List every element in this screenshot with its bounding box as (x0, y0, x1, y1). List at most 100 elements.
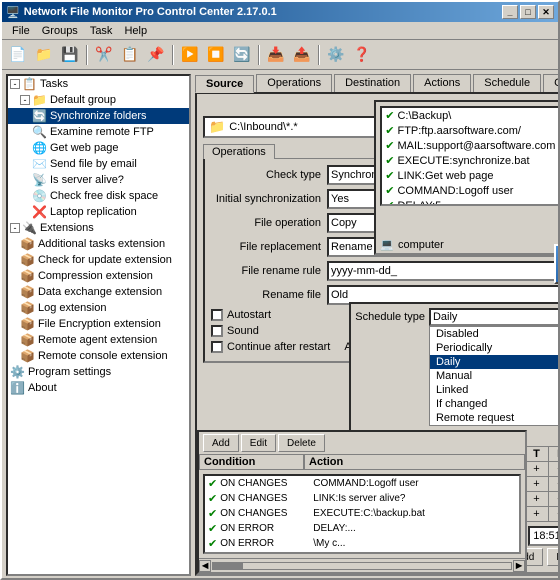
cond-scrollbar[interactable]: ◄ ► (199, 558, 525, 572)
sched-opt-manual[interactable]: Manual (430, 369, 560, 383)
action-item-6[interactable]: ✔ DELAY:5 (382, 198, 558, 206)
sched-opt-periodically[interactable]: Periodically (430, 341, 560, 355)
check-update-icon: 📦 (20, 253, 35, 267)
menu-task[interactable]: Task (84, 24, 119, 38)
cond-check-4: ✔ (208, 537, 217, 550)
tab-schedule[interactable]: Schedule (473, 74, 541, 92)
toolbar-new[interactable]: 📄 (6, 43, 30, 67)
menu-help[interactable]: Help (118, 24, 153, 38)
close-button[interactable]: ✕ (538, 5, 554, 19)
t0-th[interactable]: + (524, 462, 548, 477)
action-item-2[interactable]: ✔ MAIL:support@aarsoftware.com (382, 138, 558, 153)
tree-item-tasks[interactable]: - 📋 Tasks (8, 76, 189, 92)
toolbar-help[interactable]: ❓ (350, 43, 374, 67)
ops-tab-btn[interactable]: Operations (203, 144, 275, 159)
menu-groups[interactable]: Groups (36, 24, 84, 38)
file-op-label: File operation (211, 217, 321, 229)
cond-item-1[interactable]: ✔ ON CHANGES LINK:Is server alive? (205, 491, 519, 506)
action-item-5[interactable]: ✔ COMMAND:Logoff user (382, 183, 558, 198)
computer-row: 💻 computer (376, 236, 560, 253)
cond-item-3[interactable]: ✔ ON ERROR DELAY:... (205, 521, 519, 536)
tree-item-disk-space[interactable]: 💿 Check free disk space (8, 188, 189, 204)
tree-item-check-update[interactable]: 📦 Check for update extension (8, 252, 189, 268)
t1-th[interactable]: + (524, 477, 548, 492)
tree-item-add-tasks[interactable]: 📦 Additional tasks extension (8, 236, 189, 252)
tree-item-data-exchange[interactable]: 📦 Data exchange extension (8, 284, 189, 300)
toolbar-refresh[interactable]: 🔄 (230, 43, 254, 67)
tree-item-compression[interactable]: 📦 Compression extension (8, 268, 189, 284)
cond-item-2[interactable]: ✔ ON CHANGES EXECUTE:C:\backup.bat (205, 506, 519, 521)
minimize-button[interactable]: _ (502, 5, 518, 19)
tree-item-laptop[interactable]: ❌ Laptop replication (8, 204, 189, 220)
cond-item-4[interactable]: ✔ ON ERROR \My c... (205, 536, 519, 551)
toolbar-import[interactable]: 📥 (264, 43, 288, 67)
menu-file[interactable]: File (6, 24, 36, 38)
cond-edit-button[interactable]: Edit (241, 434, 276, 452)
sched-opt-remote[interactable]: Remote request (430, 411, 560, 425)
cond-delete-button[interactable]: Delete (278, 434, 325, 452)
check-type-label: Check type (211, 169, 321, 181)
t2-f[interactable]: + (548, 492, 560, 507)
toolbar-open[interactable]: 📁 (32, 43, 56, 67)
schedule-type-select[interactable]: Daily ▼ (429, 308, 560, 326)
tree-item-about[interactable]: ℹ️ About (8, 380, 189, 396)
sched-opt-linked[interactable]: Linked (430, 383, 560, 397)
sched-opt-disabled[interactable]: Disabled (430, 327, 560, 341)
maximize-button[interactable]: □ (520, 5, 536, 19)
action-item-0[interactable]: ✔ C:\Backup\ (382, 108, 558, 123)
tree-item-extensions[interactable]: - 🔌 Extensions (8, 220, 189, 236)
tab-actions[interactable]: Actions (413, 74, 471, 92)
tree-item-remote-console[interactable]: 📦 Remote console extension (8, 348, 189, 364)
tree-expand-ext[interactable]: - (10, 223, 20, 233)
ftp-button[interactable]: FTP (554, 244, 560, 284)
sched-delete-button[interactable]: Delete (547, 548, 560, 566)
action-item-4[interactable]: ✔ LINK:Get web page (382, 168, 558, 183)
tree-expand-default[interactable]: - (20, 95, 30, 105)
tree-item-prog-settings[interactable]: ⚙️ Program settings (8, 364, 189, 380)
tab-destination[interactable]: Destination (334, 74, 411, 92)
tree-item-remote-agent[interactable]: 📦 Remote agent extension (8, 332, 189, 348)
action-item-3[interactable]: ✔ EXECUTE:synchronize.bat (382, 153, 558, 168)
tree-item-server-alive[interactable]: 📡 Is server alive? (8, 172, 189, 188)
toolbar-paste[interactable]: 📌 (144, 43, 168, 67)
cond-item-5[interactable]: ✔ ON ERROR MAIL:s... (205, 551, 519, 554)
tree-item-examine-ftp[interactable]: 🔍 Examine remote FTP (8, 124, 189, 140)
sched-opt-daily[interactable]: Daily (430, 355, 560, 369)
cond-item-0[interactable]: ✔ ON CHANGES COMMAND:Logoff user (205, 476, 519, 491)
t1-f[interactable]: + (548, 477, 560, 492)
action-text-6: DELAY:5 (397, 200, 441, 207)
t0-f[interactable]: + (548, 462, 560, 477)
tree-item-web-page[interactable]: 🌐 Get web page (8, 140, 189, 156)
toolbar-cut[interactable]: ✂️ (92, 43, 116, 67)
toolbar-settings[interactable]: ⚙️ (324, 43, 348, 67)
tree-item-log-ext[interactable]: 📦 Log extension (8, 300, 189, 316)
cond-add-button[interactable]: Add (203, 434, 239, 452)
tree-item-file-encrypt[interactable]: 📦 File Encryption extension (8, 316, 189, 332)
toolbar-run[interactable]: ▶️ (178, 43, 202, 67)
tab-general[interactable]: General (543, 74, 560, 92)
computer-icon: 💻 (380, 238, 394, 251)
scroll-right[interactable]: ► (513, 560, 525, 572)
sched-opt-ifchanged[interactable]: If changed (430, 397, 560, 411)
tree-expand-tasks[interactable]: - (10, 79, 20, 89)
toolbar-save[interactable]: 💾 (58, 43, 82, 67)
t3-th[interactable]: + (524, 507, 548, 522)
tree-item-sync-folders[interactable]: 🔄 Synchronize folders (8, 108, 189, 124)
scroll-left[interactable]: ◄ (199, 560, 211, 572)
toolbar-export[interactable]: 📤 (290, 43, 314, 67)
toolbar-copy[interactable]: 📋 (118, 43, 142, 67)
tree-item-default-group[interactable]: - 📁 Default group (8, 92, 189, 108)
t2-th[interactable]: + (524, 492, 548, 507)
continue-checkbox[interactable] (211, 341, 223, 353)
time-input[interactable]: 18:51:25 ▲ ▼ (528, 526, 560, 546)
rename-rule-select[interactable]: yyyy-mm-dd_ ▼ (327, 261, 560, 281)
titlebar: 🖥️ Network File Monitor Pro Control Cent… (2, 2, 558, 22)
tab-operations[interactable]: Operations (256, 74, 332, 92)
tab-source[interactable]: Source (195, 75, 254, 93)
t3-f[interactable]: + (548, 507, 560, 522)
tree-item-send-email[interactable]: ✉️ Send file by email (8, 156, 189, 172)
autostart-checkbox[interactable] (211, 309, 223, 321)
action-item-1[interactable]: ✔ FTP:ftp.aarsoftware.com/ (382, 123, 558, 138)
sound-checkbox[interactable] (211, 325, 223, 337)
toolbar-stop[interactable]: ⏹️ (204, 43, 228, 67)
